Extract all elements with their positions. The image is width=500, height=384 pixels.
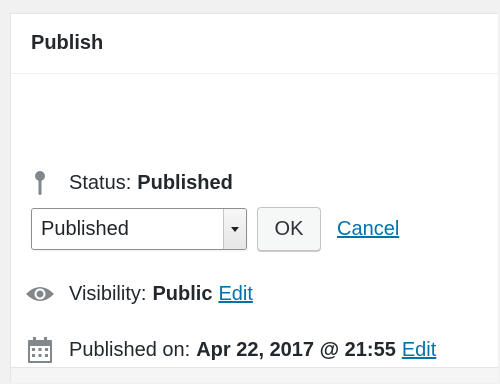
status-label: Status: (69, 171, 132, 194)
publish-panel: Publish Status: Published Published OK C… (10, 13, 498, 382)
status-controls: Published OK Cancel (31, 207, 399, 251)
visibility-edit-link[interactable]: Edit (218, 283, 252, 306)
status-select-value: Published (41, 218, 129, 240)
ok-button[interactable]: OK (257, 207, 321, 251)
panel-title: Publish (31, 32, 104, 54)
eye-icon (25, 279, 55, 309)
status-value: Published (137, 171, 233, 194)
panel-header[interactable]: Publish (11, 14, 498, 74)
pin-icon (25, 168, 55, 198)
calendar-icon (25, 335, 55, 365)
visibility-value: Public (152, 282, 213, 305)
visibility-label: Visibility: (69, 282, 147, 305)
chevron-down-icon[interactable] (223, 209, 246, 249)
published-on-edit-link[interactable]: Edit (402, 339, 436, 362)
published-on-label: Published on: (69, 338, 191, 361)
status-select[interactable]: Published (31, 208, 247, 250)
panel-footer (11, 367, 498, 382)
visibility-row: Visibility: Public Edit (25, 279, 253, 309)
published-on-row: Published on: Apr 22, 2017 @ 21:55 Edit (25, 335, 436, 365)
cancel-link[interactable]: Cancel (337, 218, 399, 241)
status-row: Status: Published (25, 168, 233, 198)
published-on-value: Apr 22, 2017 @ 21:55 (196, 338, 396, 361)
